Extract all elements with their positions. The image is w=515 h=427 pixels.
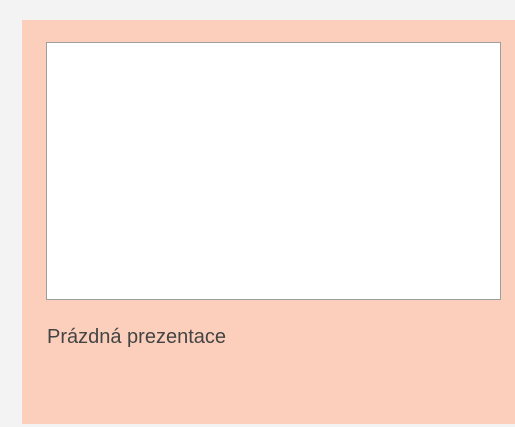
template-thumbnail xyxy=(46,42,501,300)
template-name-label: Prázdná prezentace xyxy=(47,326,227,348)
template-card-blank-presentation[interactable]: Prázdná prezentace xyxy=(22,20,515,424)
